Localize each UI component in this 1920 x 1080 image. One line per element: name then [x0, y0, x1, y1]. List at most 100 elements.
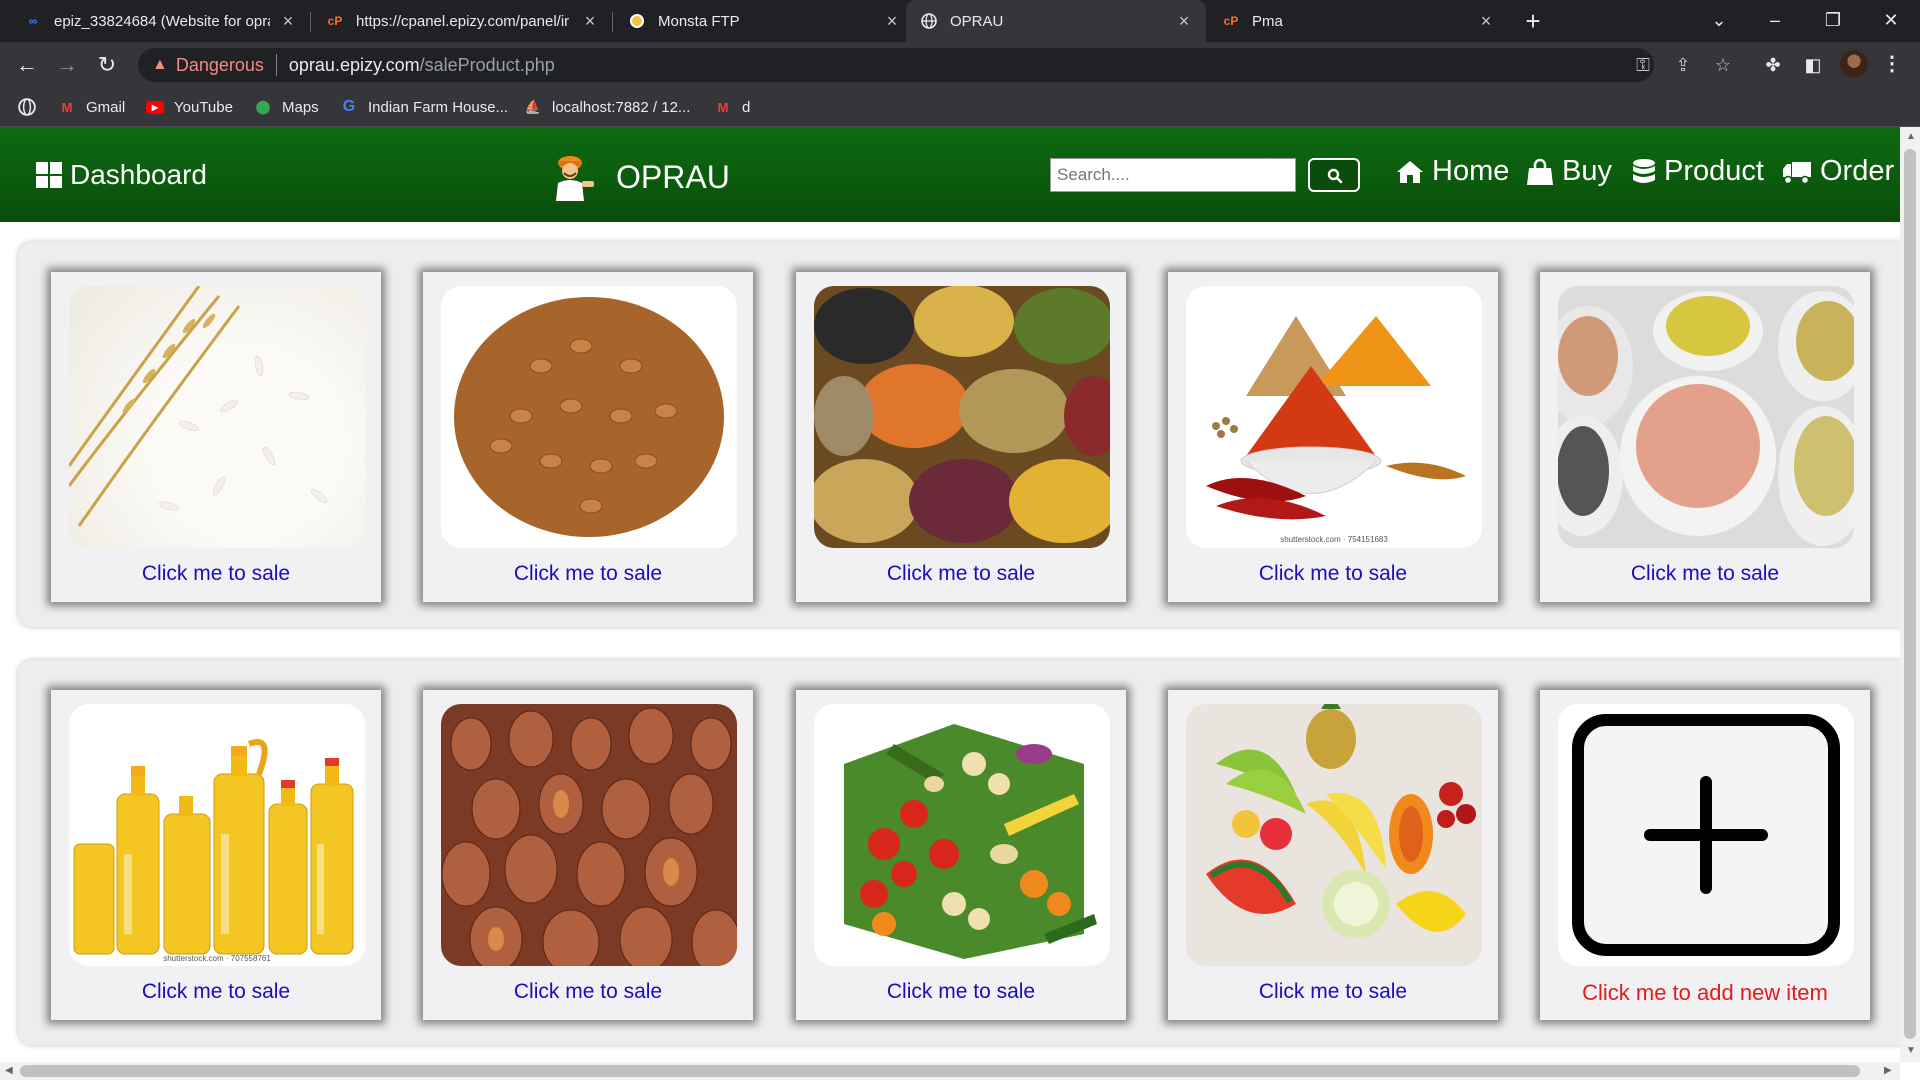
add-item-image: [1558, 704, 1854, 966]
browser-menu-icon[interactable]: ⋮: [1880, 50, 1904, 78]
tab-monsta-ftp[interactable]: Monsta FTP ×: [614, 0, 914, 42]
search-icon: [1327, 168, 1343, 184]
bookmark-indian-farm-house[interactable]: G Indian Farm House...: [340, 96, 508, 118]
sale-link[interactable]: Click me to sale: [423, 562, 753, 586]
product-card-spices[interactable]: shutterstock.com · 754151683 Click me to…: [1168, 272, 1498, 602]
add-new-item-link[interactable]: Click me to add new item: [1540, 980, 1870, 1006]
bookmark-localhost[interactable]: ⛵ localhost:7882 / 12...: [524, 96, 691, 118]
dashboard-label: Dashboard: [70, 159, 207, 190]
grain-sacks-image: [1558, 286, 1854, 548]
new-tab-button[interactable]: +: [1518, 6, 1548, 36]
tab-epiz[interactable]: ∞ epiz_33824684 (Website for opra ×: [10, 0, 310, 42]
rice-image: [69, 286, 365, 548]
scrollbar-thumb[interactable]: [20, 1065, 1860, 1077]
share-icon[interactable]: ⇪: [1668, 50, 1698, 80]
apps-globe-icon[interactable]: [18, 96, 36, 118]
bookmark-youtube[interactable]: ▶ YouTube: [146, 96, 233, 118]
url-path: /saleProduct.php: [419, 54, 555, 75]
product-card-vegetables[interactable]: Click me to sale: [796, 690, 1126, 1020]
nav-label: Home: [1432, 155, 1510, 187]
truck-icon: [1783, 161, 1811, 184]
product-card-cooking-oil[interactable]: shutterstock.com · 707558761 Click me to…: [51, 690, 381, 1020]
cooking-oil-image: shutterstock.com · 707558761: [69, 704, 365, 966]
bookmark-label: YouTube: [174, 98, 233, 116]
tab-pma[interactable]: cP Pma ×: [1208, 0, 1508, 42]
brand[interactable]: OPRAU: [548, 151, 730, 203]
product-card-wheat[interactable]: Click me to sale: [423, 272, 753, 602]
sale-link[interactable]: Click me to sale: [1168, 562, 1498, 586]
star-icon[interactable]: ☆: [1708, 50, 1738, 80]
minimize-button[interactable]: –: [1750, 0, 1800, 42]
product-card-grain-sacks[interactable]: Click me to sale: [1540, 272, 1870, 602]
warning-icon: ▲: [152, 56, 168, 73]
restore-button[interactable]: ❐: [1808, 0, 1858, 42]
profile-avatar[interactable]: [1840, 50, 1868, 78]
product-card-pulses[interactable]: Click me to sale: [796, 272, 1126, 602]
product-card-fruits[interactable]: Click me to sale: [1168, 690, 1498, 1020]
security-label[interactable]: Dangerous: [176, 55, 264, 76]
sale-link[interactable]: Click me to sale: [1168, 980, 1498, 1004]
side-panel-icon[interactable]: ◧: [1798, 50, 1828, 80]
site-header: Dashboard OPRAU Search.... Home Buy Prod…: [0, 127, 1900, 222]
nav-label: Order: [1820, 155, 1895, 187]
extensions-puzzle-icon[interactable]: ✤: [1758, 50, 1788, 80]
bookmark-gmail[interactable]: M Gmail: [58, 96, 126, 118]
scrollbar-thumb[interactable]: [1904, 149, 1916, 1039]
bookmark-label: Indian Farm House...: [368, 98, 509, 116]
close-icon[interactable]: ×: [280, 11, 296, 32]
cpanel-icon: cP: [327, 14, 343, 28]
scroll-down-arrow-icon[interactable]: ▼: [1906, 1045, 1916, 1056]
back-button[interactable]: ←: [10, 48, 44, 82]
close-window-button[interactable]: ✕: [1866, 0, 1916, 42]
scroll-right-arrow-icon[interactable]: ▶: [1884, 1065, 1892, 1076]
forward-button[interactable]: →: [50, 48, 84, 82]
nav-product[interactable]: Product: [1632, 155, 1764, 188]
tab-oprau[interactable]: OPRAU ×: [906, 0, 1206, 42]
browser-toolbar: ← → ↻ ▲ Dangerous oprau.epizy.com/salePr…: [0, 42, 1920, 88]
database-icon: [1633, 158, 1655, 183]
close-icon[interactable]: ×: [1478, 11, 1494, 32]
farmer-logo-icon: [548, 151, 596, 203]
bookmark-maps[interactable]: ⬤ Maps: [254, 96, 319, 118]
bookmark-label: Maps: [282, 98, 319, 116]
vertical-scrollbar[interactable]: ▲ ▼: [1900, 127, 1920, 1062]
dashboard-link[interactable]: Dashboard: [36, 159, 207, 191]
address-bar[interactable]: ▲ Dangerous oprau.epizy.com/saleProduct.…: [138, 48, 1654, 82]
url-host: oprau.epizy.com: [288, 54, 420, 75]
sale-link[interactable]: Click me to sale: [423, 980, 753, 1004]
nav-order[interactable]: Order: [1782, 155, 1894, 188]
sale-link[interactable]: Click me to sale: [51, 562, 381, 586]
close-icon[interactable]: ×: [884, 11, 900, 32]
close-icon[interactable]: ×: [582, 11, 598, 32]
tab-search-chevron-icon[interactable]: ⌄: [1694, 0, 1744, 42]
scroll-up-arrow-icon[interactable]: ▲: [1906, 131, 1916, 142]
bookmark-d[interactable]: M d: [714, 96, 751, 118]
tab-separator: [612, 12, 613, 32]
plus-square-icon: [1572, 714, 1840, 956]
product-card-clay-pots[interactable]: Click me to sale: [423, 690, 753, 1020]
gmail-icon: M: [61, 99, 73, 115]
nav-home[interactable]: Home: [1396, 155, 1509, 188]
maps-pin-icon: ⬤: [255, 99, 271, 114]
key-icon[interactable]: ⚿: [1628, 50, 1658, 80]
globe-icon: [920, 12, 938, 30]
reload-button[interactable]: ↻: [90, 48, 124, 82]
close-icon[interactable]: ×: [1176, 11, 1192, 32]
tab-title: Pma: [1252, 12, 1283, 30]
sale-link[interactable]: Click me to sale: [51, 980, 381, 1004]
scroll-left-arrow-icon[interactable]: ◀: [5, 1065, 13, 1076]
search-button[interactable]: [1308, 158, 1360, 192]
product-card-rice[interactable]: Click me to sale: [51, 272, 381, 602]
product-row-2: shutterstock.com · 707558761 Click me to…: [18, 660, 1900, 1045]
sale-link[interactable]: Click me to sale: [1540, 562, 1870, 586]
sale-link[interactable]: Click me to sale: [796, 562, 1126, 586]
nav-buy[interactable]: Buy: [1526, 155, 1612, 188]
sale-link[interactable]: Click me to sale: [796, 980, 1126, 1004]
infinityfree-icon: ∞: [28, 14, 38, 28]
watermark-text: shutterstock.com · 754151683: [1280, 535, 1388, 544]
product-card-add-new[interactable]: Click me to add new item: [1540, 690, 1870, 1020]
horizontal-scrollbar[interactable]: ◀ ▶: [0, 1062, 1900, 1080]
google-icon: G: [342, 98, 356, 115]
tab-cpanel[interactable]: cP https://cpanel.epizy.com/panel/ir ×: [312, 0, 612, 42]
search-input[interactable]: [1050, 158, 1296, 192]
